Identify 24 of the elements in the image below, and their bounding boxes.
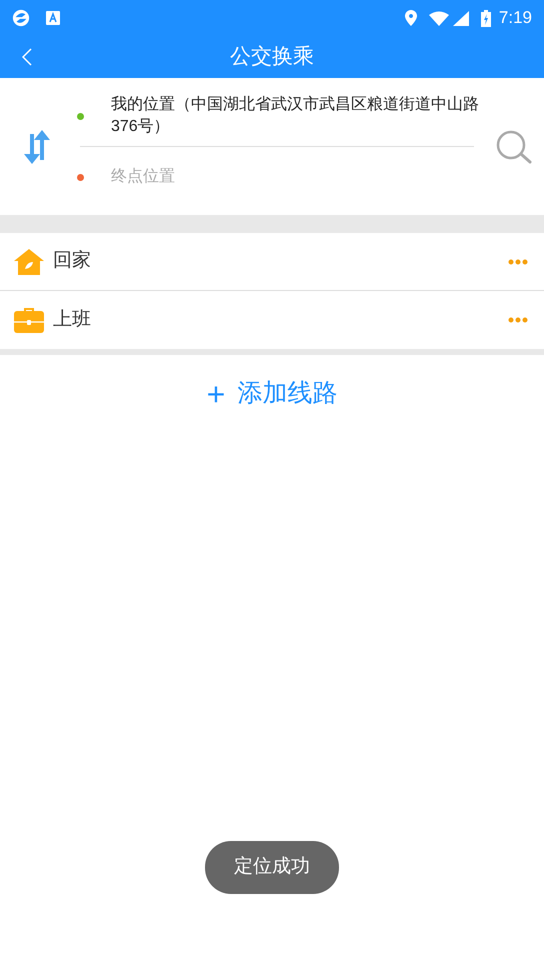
route-item[interactable]: 回家: [0, 233, 544, 291]
app-logo-icon: [12, 9, 30, 27]
plus-icon: +: [206, 378, 226, 410]
search-icon: [495, 130, 533, 164]
keyboard-icon: [46, 11, 60, 25]
battery-icon: [480, 10, 491, 26]
briefcase-icon: [14, 307, 44, 333]
route-item[interactable]: 上班: [0, 291, 544, 349]
add-route-label: 添加线路: [237, 378, 338, 409]
location-icon: [404, 10, 417, 26]
destination-field[interactable]: 终点位置: [111, 165, 484, 189]
more-icon: [508, 317, 528, 323]
back-icon: [22, 48, 32, 66]
page-title: 公交换乘: [230, 44, 314, 70]
signal-icon: [452, 10, 469, 26]
toast-message: 定位成功: [205, 841, 339, 894]
more-icon: [508, 258, 528, 264]
house-icon: [14, 248, 44, 274]
status-time: 7:19: [498, 7, 532, 30]
wifi-icon: [428, 10, 449, 26]
start-location-field[interactable]: 我的位置（中国湖北省武汉市武昌区粮道街道中山路376号）: [111, 86, 484, 146]
swap-arrows-icon: [21, 130, 53, 164]
route-label: 上班: [53, 308, 91, 332]
route-label: 回家: [53, 249, 91, 274]
